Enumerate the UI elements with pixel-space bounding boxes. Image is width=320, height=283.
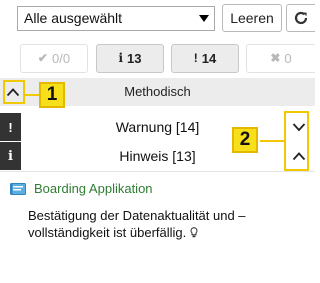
- ok-count: 0/0: [51, 51, 71, 66]
- error-count: 0: [284, 51, 292, 66]
- error-counter-button[interactable]: ✖ 0: [246, 44, 315, 73]
- category-label-info: Hinweis [13]: [119, 148, 196, 164]
- cross-icon: ✖: [270, 51, 281, 65]
- item-title: Boarding Applikation: [34, 181, 153, 196]
- item-message-text: Bestätigung der Datenaktualität und – vo…: [28, 208, 246, 240]
- filter-select[interactable]: Alle ausgewählt: [17, 6, 215, 31]
- caret-down-icon: [199, 15, 209, 22]
- category-row-warning[interactable]: ! Warnung [14]: [0, 113, 315, 141]
- application-icon: [10, 182, 26, 195]
- info-icon: i: [118, 51, 124, 65]
- highlight-connector-2: [260, 140, 284, 142]
- callout-badge-2: 2: [232, 127, 258, 153]
- warning-count: 14: [201, 51, 217, 66]
- validation-panel: Alle ausgewählt Leeren ✔ 0/0 i 13 ! 14 ✖…: [0, 0, 315, 283]
- ok-counter-button[interactable]: ✔ 0/0: [20, 44, 88, 73]
- item-title-link[interactable]: Boarding Applikation: [10, 181, 153, 196]
- warning-counter-button[interactable]: ! 14: [171, 44, 239, 73]
- check-icon: ✔: [37, 51, 48, 65]
- highlight-box-1: [3, 80, 25, 104]
- category-label-warning: Warnung [14]: [115, 119, 200, 135]
- info-counter-button[interactable]: i 13: [96, 44, 164, 73]
- filter-select-value: Alle ausgewählt: [24, 10, 123, 26]
- divider: [0, 171, 315, 172]
- item-message: Bestätigung der Datenaktualität und – vo…: [28, 207, 303, 241]
- clear-button[interactable]: Leeren: [222, 4, 282, 32]
- category-row-info[interactable]: i Hinweis [13]: [0, 142, 315, 170]
- callout-badge-1: 1: [39, 82, 65, 108]
- lightbulb-icon[interactable]: [190, 227, 198, 238]
- highlight-box-2: [284, 111, 309, 171]
- info-count: 13: [127, 51, 142, 66]
- refresh-button[interactable]: [286, 4, 315, 32]
- refresh-icon: [294, 11, 308, 25]
- highlight-connector-1: [25, 94, 39, 96]
- exclamation-icon: !: [193, 51, 198, 65]
